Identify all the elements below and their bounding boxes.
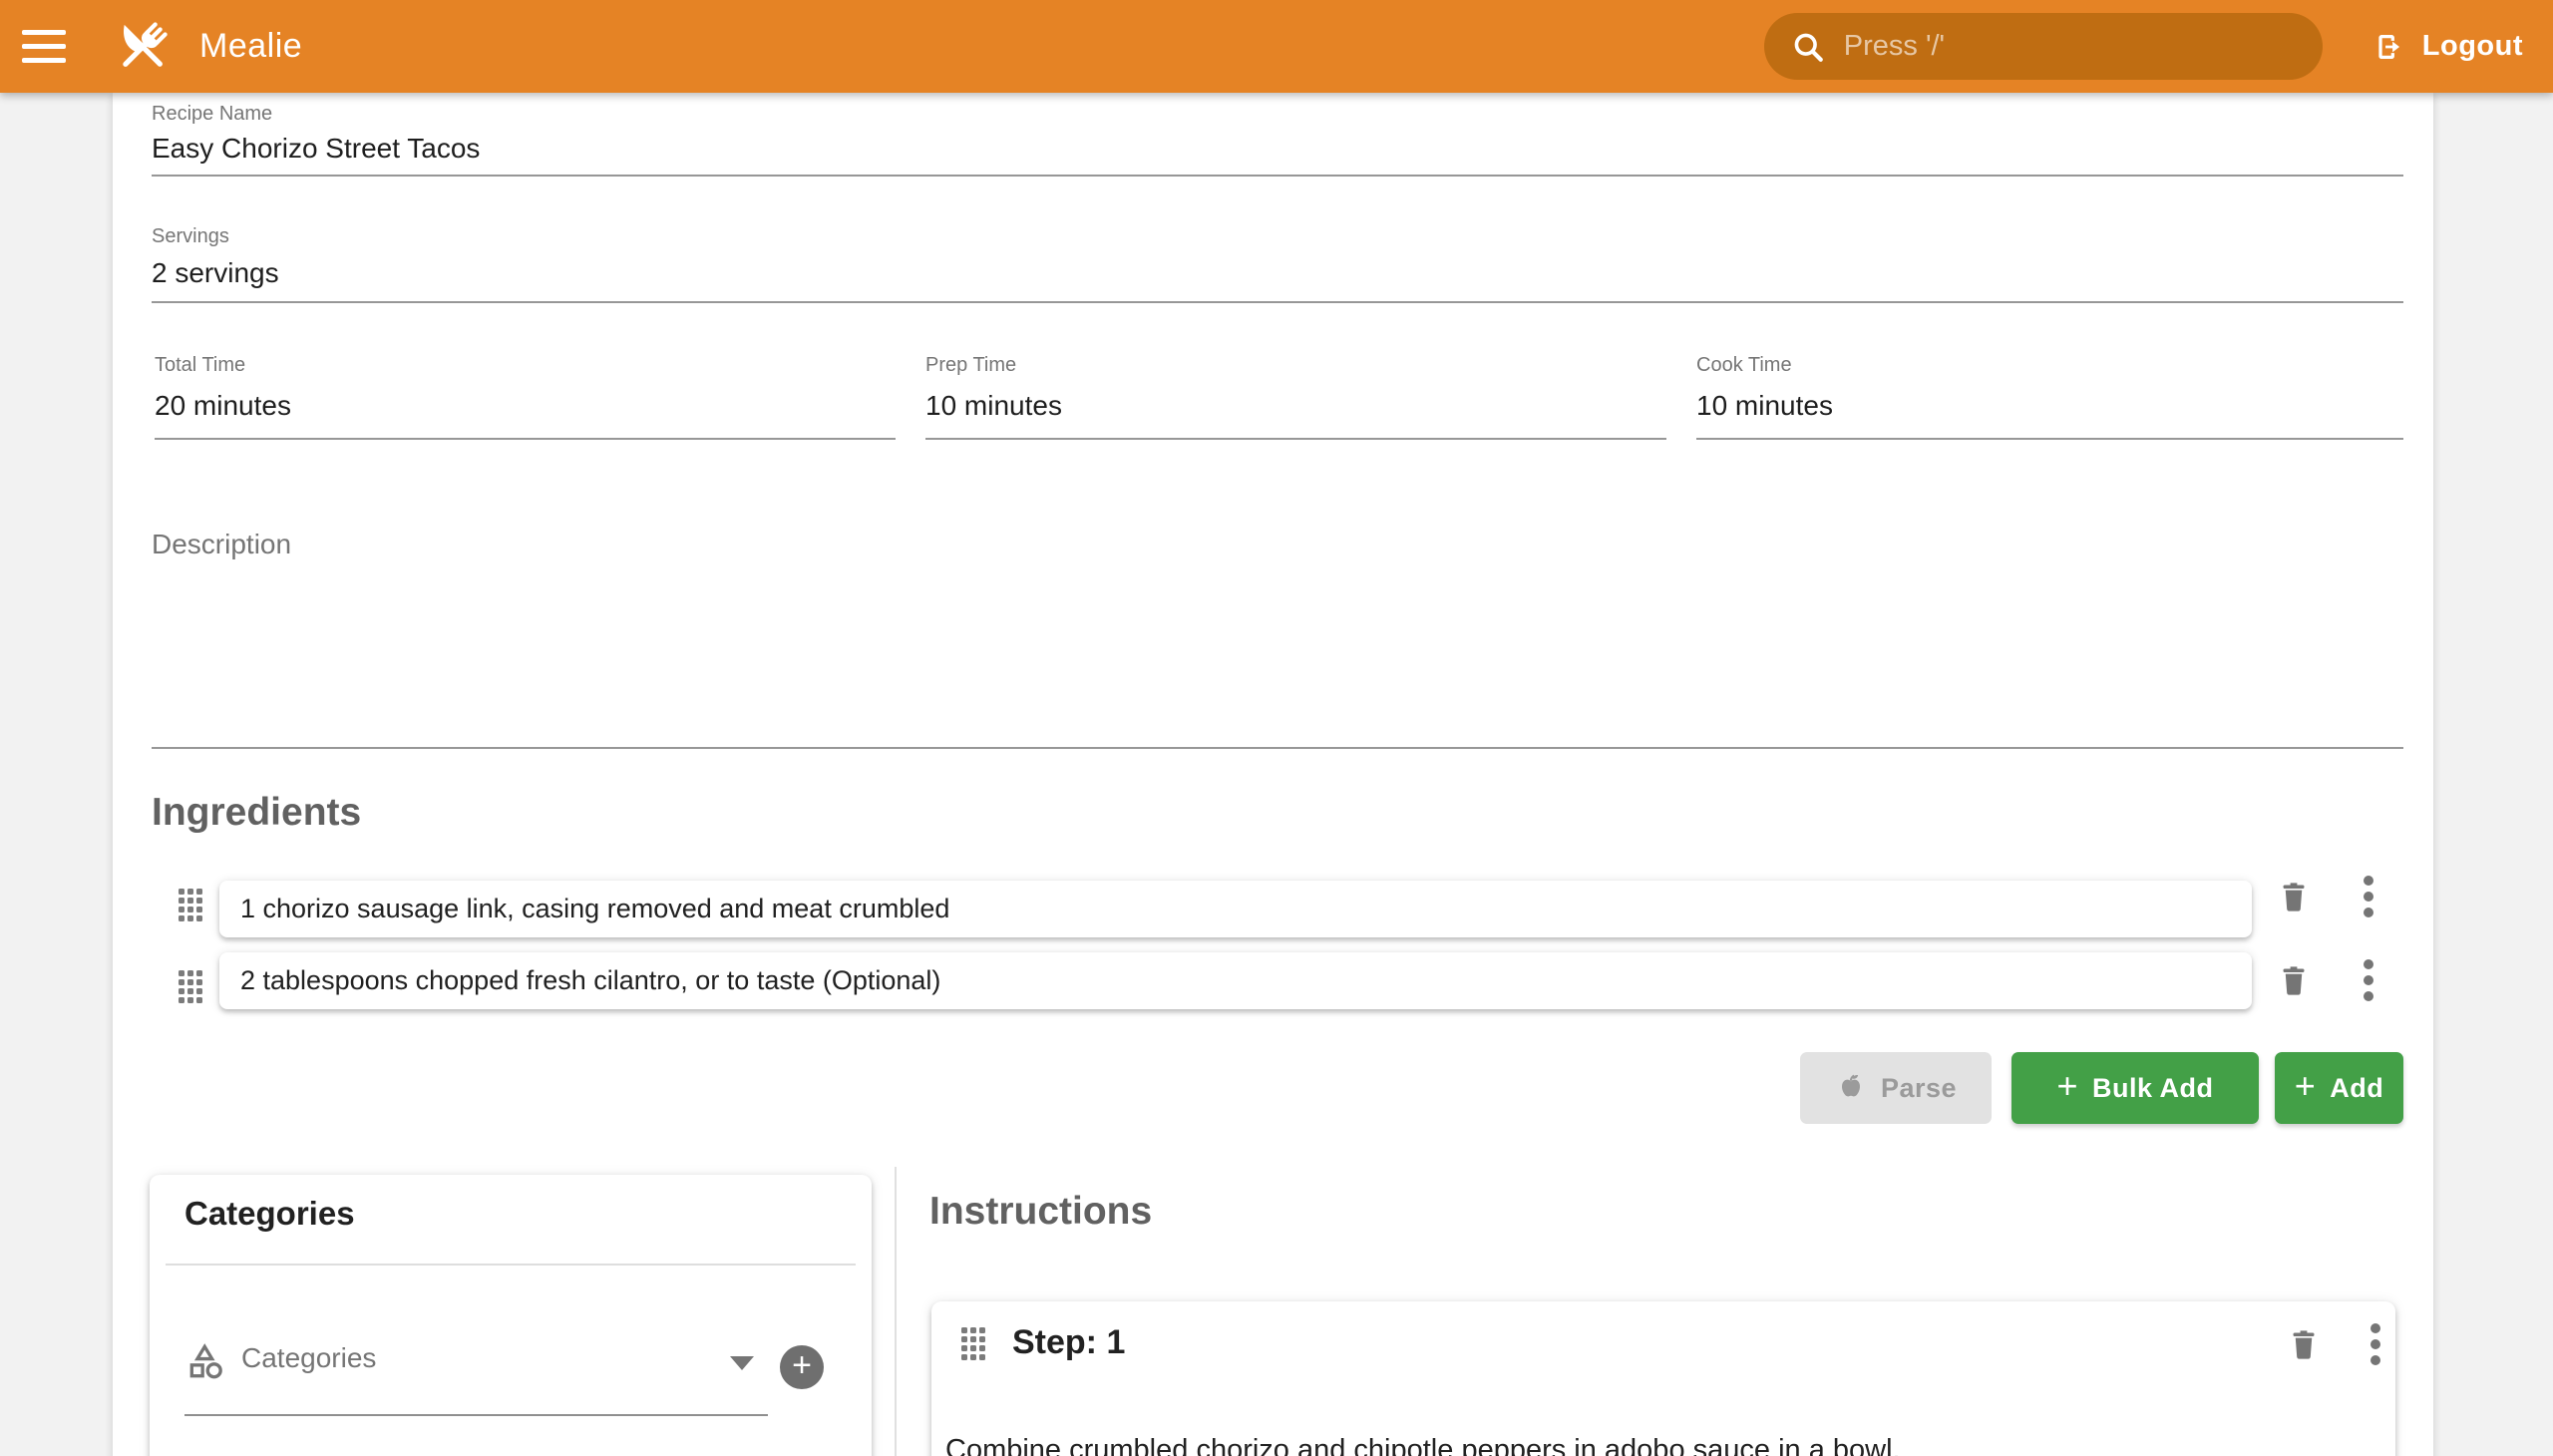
search-input[interactable]: Press '/' xyxy=(1764,13,2323,80)
logout-button[interactable]: Logout xyxy=(2372,30,2523,64)
delete-step-button[interactable] xyxy=(2280,1319,2328,1367)
bulk-add-button[interactable]: + Bulk Add xyxy=(2011,1052,2259,1124)
plus-icon: + xyxy=(2295,1068,2317,1104)
logout-icon xyxy=(2372,30,2406,64)
recipe-editor-page: Mealie Press '/' Logout Recipe Name Easy… xyxy=(0,0,2553,1456)
search-placeholder: Press '/' xyxy=(1844,30,1945,63)
ingredient-text: 2 tablespoons chopped fresh cilantro, or… xyxy=(240,965,940,996)
trash-icon xyxy=(2277,878,2311,913)
kebab-menu-icon xyxy=(2364,959,2373,1001)
drag-handle-icon[interactable] xyxy=(177,969,203,1004)
app-title: Mealie xyxy=(199,27,302,66)
prep-time-underline xyxy=(925,438,1666,440)
recipe-name-field[interactable]: Easy Chorizo Street Tacos xyxy=(152,133,480,165)
cook-time-field[interactable]: 10 minutes xyxy=(1696,390,1833,422)
delete-ingredient-button[interactable] xyxy=(2270,872,2318,919)
kebab-menu-icon xyxy=(2364,876,2373,917)
description-field[interactable]: Description xyxy=(152,529,291,560)
chevron-down-icon[interactable] xyxy=(730,1356,754,1370)
servings-field[interactable]: 2 servings xyxy=(152,257,279,289)
ingredient-text: 1 chorizo sausage link, casing removed a… xyxy=(240,894,949,924)
prep-time-label: Prep Time xyxy=(925,354,1016,377)
apple-icon xyxy=(1835,1072,1867,1104)
mealie-logo-icon xyxy=(110,14,176,80)
hamburger-menu-icon[interactable] xyxy=(22,15,86,79)
ingredient-menu-button[interactable] xyxy=(2345,873,2392,920)
recipe-name-underline xyxy=(152,175,2403,177)
ingredients-heading: Ingredients xyxy=(152,791,361,835)
categories-card: Categories Categories + xyxy=(150,1175,872,1456)
column-divider xyxy=(895,1167,897,1456)
categories-select[interactable]: Categories xyxy=(241,1342,376,1374)
total-time-label: Total Time xyxy=(155,354,245,377)
add-ingredient-button[interactable]: + Add xyxy=(2275,1052,2403,1124)
total-time-field[interactable]: 20 minutes xyxy=(155,390,291,422)
step-text-field[interactable]: Combine crumbled chorizo and chipotle pe… xyxy=(945,1434,2371,1456)
recipe-name-label: Recipe Name xyxy=(152,103,272,126)
categories-select-underline xyxy=(184,1414,768,1416)
bulk-add-label: Bulk Add xyxy=(2092,1073,2214,1104)
ingredient-input[interactable]: 1 chorizo sausage link, casing removed a… xyxy=(219,881,2252,937)
total-time-underline xyxy=(155,438,896,440)
drag-handle-icon[interactable] xyxy=(177,888,203,922)
shapes-icon xyxy=(185,1340,227,1382)
app-bar: Mealie Press '/' Logout xyxy=(0,0,2553,93)
prep-time-field[interactable]: 10 minutes xyxy=(925,390,1062,422)
servings-label: Servings xyxy=(152,225,229,248)
plus-icon: + xyxy=(792,1348,812,1382)
step-menu-button[interactable] xyxy=(2352,1320,2399,1368)
instruction-step-card: Step: 1 Combine crumbled chorizo and chi… xyxy=(931,1301,2395,1456)
ingredient-input[interactable]: 2 tablespoons chopped fresh cilantro, or… xyxy=(219,952,2252,1009)
servings-underline xyxy=(152,301,2403,303)
plus-icon: + xyxy=(2056,1068,2078,1104)
parse-label: Parse xyxy=(1881,1073,1957,1104)
drag-handle-icon[interactable] xyxy=(959,1326,986,1361)
instructions-heading: Instructions xyxy=(929,1190,1152,1234)
parse-button[interactable]: Parse xyxy=(1800,1052,1992,1124)
cook-time-underline xyxy=(1696,438,2403,440)
description-underline xyxy=(152,747,2403,749)
recipe-form-card: Recipe Name Easy Chorizo Street Tacos Se… xyxy=(113,93,2433,1456)
add-category-button[interactable]: + xyxy=(780,1345,824,1389)
add-label: Add xyxy=(2330,1073,2383,1104)
logout-label: Logout xyxy=(2422,30,2523,63)
search-icon xyxy=(1790,29,1826,65)
kebab-menu-icon xyxy=(2371,1323,2380,1365)
trash-icon xyxy=(2277,961,2311,997)
cook-time-label: Cook Time xyxy=(1696,354,1792,377)
step-title: Step: 1 xyxy=(1012,1323,1125,1362)
trash-icon xyxy=(2287,1325,2321,1361)
delete-ingredient-button[interactable] xyxy=(2270,955,2318,1003)
categories-divider xyxy=(166,1264,856,1266)
ingredient-menu-button[interactable] xyxy=(2345,956,2392,1004)
categories-title: Categories xyxy=(184,1195,355,1233)
